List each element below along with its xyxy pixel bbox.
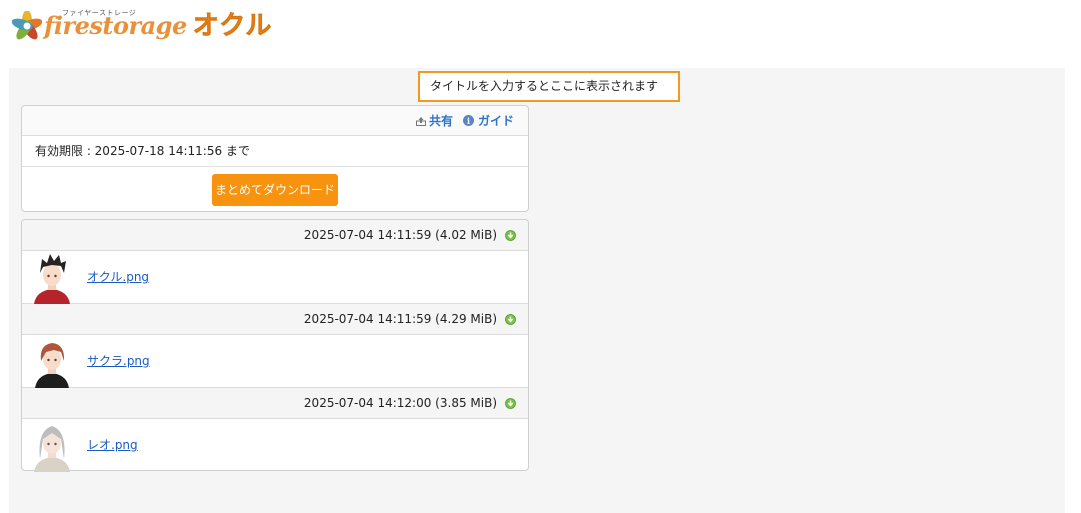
file-name-link[interactable]: サクラ.png <box>87 352 150 369</box>
file-meta: 2025-07-04 14:11:59 (4.29 MiB) <box>303 312 497 326</box>
info-panel: 共有 i ガイド 有効期限 : 2025-07-18 14:11:56 まで ま… <box>21 105 529 212</box>
share-label: 共有 <box>428 114 453 128</box>
guide-label: ガイド <box>477 114 514 128</box>
info-toolbar: 共有 i ガイド <box>22 106 528 136</box>
file-row: レオ.png <box>22 419 528 472</box>
download-icon[interactable] <box>505 313 516 325</box>
download-icon[interactable] <box>505 229 516 241</box>
file-name-link[interactable]: レオ.png <box>87 436 138 453</box>
header: ファイヤーストレージ firestorage オクル <box>0 0 1081 68</box>
file-row: オクル.png <box>22 251 528 304</box>
file-meta: 2025-07-04 14:11:59 (4.02 MiB) <box>303 228 497 242</box>
file-meta: 2025-07-04 14:12:00 (3.85 MiB) <box>303 396 497 410</box>
file-meta-row: 2025-07-04 14:12:00 (3.85 MiB) <box>22 388 528 419</box>
logo-product: オクル <box>192 11 273 42</box>
file-meta-row: 2025-07-04 14:11:59 (4.02 MiB) <box>22 220 528 251</box>
info-icon: i <box>462 115 474 126</box>
title-display: タイトルを入力するとここに表示されます <box>418 71 680 102</box>
logo-wordmark: ファイヤーストレージ firestorage <box>44 8 187 44</box>
download-icon[interactable] <box>505 397 516 409</box>
file-list-panel: 2025-07-04 14:11:59 (4.02 MiB) オクル.png 2… <box>21 219 529 472</box>
logo[interactable]: ファイヤーストレージ firestorage オクル <box>12 8 272 44</box>
flower-logo-icon <box>12 11 42 40</box>
logo-subtitle: ファイヤーストレージ <box>62 9 137 17</box>
file-meta-row: 2025-07-04 14:11:59 (4.29 MiB) <box>22 304 528 335</box>
upload-share-icon <box>415 116 426 126</box>
download-all-area: まとめてダウンロード <box>22 167 528 211</box>
guide-link[interactable]: i ガイド <box>462 112 514 129</box>
file-name-link[interactable]: オクル.png <box>87 268 149 285</box>
share-link[interactable]: 共有 <box>415 112 453 129</box>
file-thumbnail-avatar[interactable] <box>28 251 76 304</box>
file-thumbnail-avatar[interactable] <box>28 335 76 388</box>
expiry-text: 有効期限 : 2025-07-18 14:11:56 まで <box>22 136 528 167</box>
main-area: タイトルを入力するとここに表示されます 共有 i ガイド 有効期限 : 2025… <box>9 68 1065 513</box>
file-row: サクラ.png <box>22 335 528 388</box>
file-thumbnail-avatar[interactable] <box>28 419 76 472</box>
download-all-button[interactable]: まとめてダウンロード <box>212 173 338 206</box>
